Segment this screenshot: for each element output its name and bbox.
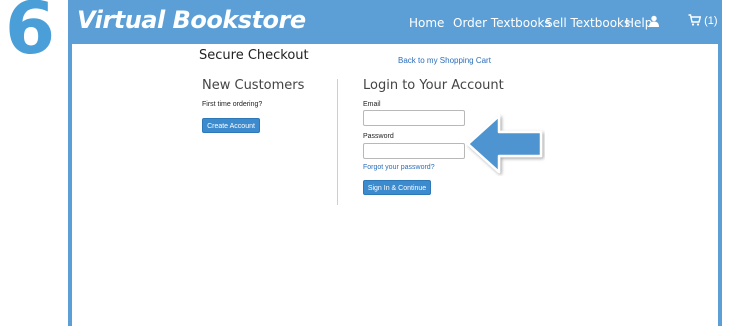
create-account-button[interactable]: Create Account [202,118,260,133]
cart-count: (1) [704,15,718,27]
nav-order-textbooks[interactable]: Order Textbooks [453,16,551,30]
new-customers-heading: New Customers [202,78,305,93]
login-heading: Login to Your Account [363,78,504,93]
page-title: Secure Checkout [199,48,309,63]
cart-icon [688,14,702,26]
back-to-cart-link[interactable]: Back to my Shopping Cart [398,56,491,65]
step-number: 6 [5,0,56,70]
password-field[interactable] [363,143,465,159]
email-field[interactable] [363,110,465,126]
cart-button[interactable]: (1) [688,14,718,27]
password-label: Password [363,133,394,140]
site-logo[interactable]: Virtual Bookstore [77,6,306,34]
column-divider [337,79,338,205]
arrow-left-icon [466,114,543,174]
user-icon[interactable] [648,14,660,32]
nav-sell-textbooks[interactable]: Sell Textbooks [545,16,630,30]
navbar: Virtual Bookstore Home Order Textbooks S… [68,0,722,44]
nav-home[interactable]: Home [409,16,444,30]
browser-frame: Virtual Bookstore Home Order Textbooks S… [68,0,722,326]
email-label: Email [363,101,381,108]
checkout-content: Secure Checkout Back to my Shopping Cart… [72,44,718,326]
sign-in-continue-button[interactable]: Sign In & Continue [363,180,431,195]
forgot-password-link[interactable]: Forgot your password? [363,164,435,171]
first-time-prompt: First time ordering? [202,101,263,108]
